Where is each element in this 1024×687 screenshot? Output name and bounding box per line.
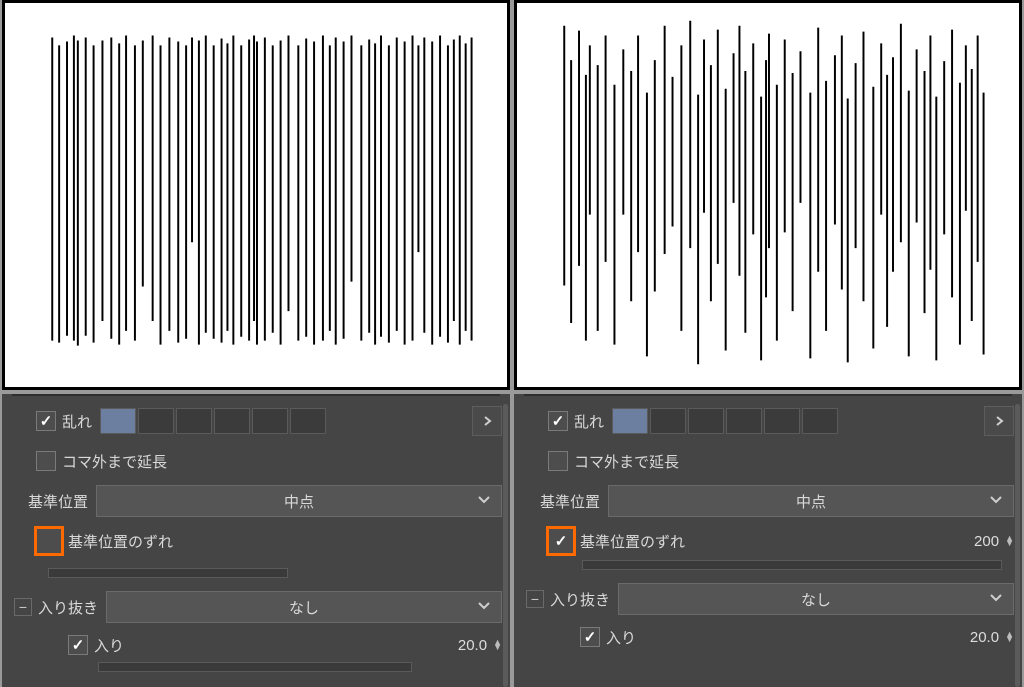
- preset-tab-2[interactable]: [650, 408, 686, 434]
- in-value-spinner[interactable]: 20.0: [422, 637, 502, 654]
- chevron-down-icon: [989, 590, 1003, 608]
- extend-label: コマ外まで延長: [574, 451, 679, 472]
- in-value: 20.0: [458, 637, 487, 654]
- offset-label: 基準位置のずれ: [68, 531, 173, 552]
- inout-select[interactable]: なし: [106, 591, 502, 623]
- disturbance-label: 乱れ: [62, 411, 92, 432]
- preset-tab-4[interactable]: [214, 408, 250, 434]
- base-position-select[interactable]: 中点: [96, 485, 502, 517]
- base-position-value: 中点: [284, 491, 314, 512]
- offset-value-spinner[interactable]: 200: [934, 533, 1014, 550]
- spinner-icon: [1005, 632, 1014, 642]
- preset-tab-4[interactable]: [726, 408, 762, 434]
- inout-value: なし: [801, 589, 831, 610]
- chevron-down-icon: [989, 492, 1003, 510]
- more-presets-button[interactable]: [472, 406, 502, 436]
- panel-scrollbar[interactable]: [503, 404, 508, 687]
- preset-tab-5[interactable]: [764, 408, 800, 434]
- chevron-down-icon: [477, 492, 491, 510]
- disturbance-checkbox[interactable]: [36, 411, 56, 431]
- disturbance-label: 乱れ: [574, 411, 604, 432]
- offset-value: 200: [974, 533, 999, 550]
- inout-select[interactable]: なし: [618, 583, 1014, 615]
- preset-tab-6[interactable]: [802, 408, 838, 434]
- disturbance-preset-tabs: [612, 408, 980, 434]
- offset-checkbox[interactable]: [36, 528, 62, 554]
- in-slider[interactable]: [98, 662, 412, 672]
- in-checkbox[interactable]: [68, 635, 88, 655]
- inout-collapse-toggle[interactable]: −: [526, 590, 544, 608]
- preset-tab-6[interactable]: [290, 408, 326, 434]
- offset-checkbox[interactable]: [548, 528, 574, 554]
- canvas-preview-left: [2, 0, 510, 390]
- in-value-spinner[interactable]: 20.0: [934, 629, 1014, 646]
- base-position-label: 基準位置: [28, 491, 88, 512]
- inout-collapse-toggle[interactable]: −: [14, 598, 32, 616]
- base-position-label: 基準位置: [540, 491, 600, 512]
- base-position-value: 中点: [796, 491, 826, 512]
- extend-label: コマ外まで延長: [62, 451, 167, 472]
- settings-panel-right: 乱れ コマ外まで延長 基準位置 中点: [514, 394, 1022, 687]
- disturbance-preset-tabs: [100, 408, 468, 434]
- offset-label: 基準位置のずれ: [580, 531, 685, 552]
- in-label: 入り: [606, 627, 636, 648]
- base-position-select[interactable]: 中点: [608, 485, 1014, 517]
- settings-panel-left: 乱れ コマ外まで延長 基準位置 中点: [2, 394, 510, 687]
- spinner-icon: [493, 640, 502, 650]
- inout-label: 入り抜き: [550, 589, 610, 610]
- canvas-preview-right: [514, 0, 1022, 390]
- offset-slider[interactable]: [48, 568, 288, 578]
- offset-slider[interactable]: [582, 560, 1002, 570]
- panel-scrollbar[interactable]: [1015, 404, 1020, 687]
- preset-tab-3[interactable]: [176, 408, 212, 434]
- in-checkbox[interactable]: [580, 627, 600, 647]
- preset-tab-2[interactable]: [138, 408, 174, 434]
- preset-tab-1[interactable]: [612, 408, 648, 434]
- inout-value: なし: [289, 597, 319, 618]
- chevron-down-icon: [477, 598, 491, 616]
- preset-tab-1[interactable]: [100, 408, 136, 434]
- spinner-icon: [1005, 536, 1014, 546]
- in-label: 入り: [94, 635, 124, 656]
- disturbance-checkbox[interactable]: [548, 411, 568, 431]
- in-value: 20.0: [970, 629, 999, 646]
- preset-tab-5[interactable]: [252, 408, 288, 434]
- extend-checkbox[interactable]: [548, 451, 568, 471]
- extend-checkbox[interactable]: [36, 451, 56, 471]
- preset-tab-3[interactable]: [688, 408, 724, 434]
- inout-label: 入り抜き: [38, 597, 98, 618]
- more-presets-button[interactable]: [984, 406, 1014, 436]
